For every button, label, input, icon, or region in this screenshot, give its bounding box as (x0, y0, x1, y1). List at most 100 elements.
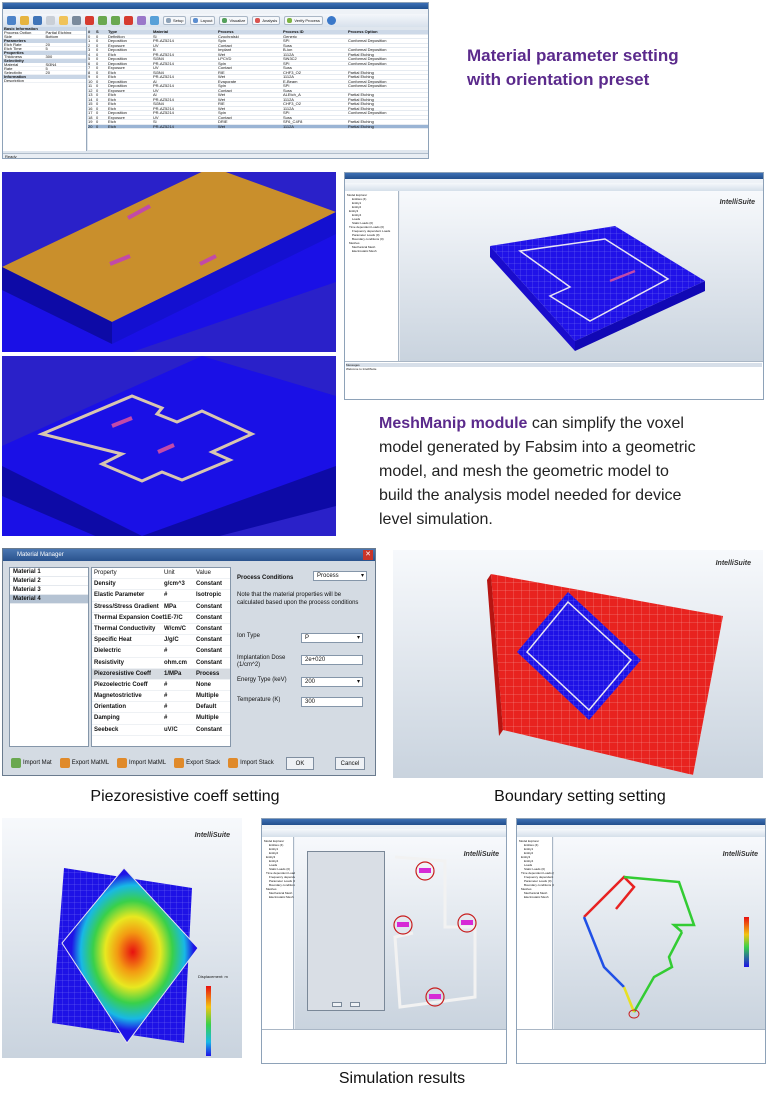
property-row[interactable]: Stress/Stress Gradient MPa Constant (92, 602, 230, 613)
process-note: Note that the material properties will b… (237, 592, 359, 606)
field-input[interactable]: P ▾ (301, 633, 363, 643)
table-cell: Generic (283, 33, 298, 39)
chevron-down-icon: ▾ (360, 573, 364, 579)
table-cell: 3 (88, 47, 91, 52)
property-row[interactable]: Thermal Expansion Coeff 1E-7/C Constant (92, 613, 230, 624)
table-cell: Etch (108, 101, 117, 106)
material-item[interactable]: Material 3 (10, 586, 88, 595)
column-header[interactable]: S (96, 30, 108, 34)
property-row[interactable]: Seebeck uV/C Constant (92, 725, 230, 736)
table-cell: Etch (108, 123, 117, 129)
prop-key: Material (4, 63, 19, 66)
table-cell: PR-AZ5214 (153, 60, 174, 66)
print-icon[interactable] (46, 16, 55, 25)
tree-item[interactable]: Electrostatic Mesh (347, 249, 396, 253)
table-cell: Deposition (108, 38, 127, 43)
field-value: 300 (305, 699, 316, 705)
property-row[interactable]: Thermal Conductivity W/cm/C Constant (92, 624, 230, 636)
layout-button[interactable]: Layout (190, 16, 216, 25)
visualize-button[interactable]: Visualize (219, 16, 249, 25)
dialog-action-button[interactable]: Export Stack (172, 755, 222, 771)
dialog-action-button[interactable]: Import Mat (9, 755, 54, 771)
property-row[interactable]: Density g/cm^3 Constant (92, 579, 230, 591)
folder-icon[interactable] (59, 16, 68, 25)
column-header[interactable]: Material (153, 30, 218, 34)
material-item[interactable]: Material 2 (10, 577, 88, 586)
open-icon[interactable] (20, 16, 29, 25)
flag-icon[interactable] (85, 16, 94, 25)
result1-render (393, 855, 477, 1009)
layout-label: Layout (200, 18, 213, 23)
column-header[interactable]: Type (108, 30, 153, 34)
colorbar-title: Displacement: m (198, 974, 228, 979)
dialog-action-button[interactable]: Import MatML (115, 755, 168, 771)
table-row[interactable]: 20 0 Etch PR-AZ5214 Wet 1112A Partial Etching (88, 123, 428, 129)
property-unit: ohm.cm (164, 659, 188, 666)
table-cell: Spin (218, 83, 227, 88)
column-header[interactable]: # (88, 30, 96, 34)
cancel-button[interactable]: Cancel (335, 757, 365, 770)
ok-label: OK (295, 761, 305, 767)
help-icon[interactable] (326, 16, 336, 25)
scissors-icon[interactable] (72, 16, 81, 25)
property-unit: # (164, 704, 168, 711)
dialog-title-bar: Material Manager (3, 549, 375, 561)
stop-icon[interactable] (124, 16, 133, 25)
property-table: Property Unit Value Density g/cm^3 Constant El… (91, 567, 231, 747)
property-row[interactable]: Specific Heat J/g/C Constant (92, 635, 230, 647)
property-row[interactable]: Dielectric # Constant (92, 646, 230, 658)
property-row[interactable]: Piezoresistive Coeff 1/MPa Process (92, 668, 230, 680)
material-item[interactable]: Material 1 (10, 568, 88, 577)
result1-toolbar (262, 829, 506, 837)
ok-button[interactable]: OK (286, 757, 314, 770)
result2-viewport: IntelliSuite (554, 837, 765, 1029)
table-cell: 0 (96, 92, 99, 97)
boundary-render (487, 574, 723, 775)
property-value: Constant (196, 614, 222, 621)
property-row[interactable]: Damping # Multiple (92, 713, 230, 725)
setup-button[interactable]: Setup (163, 16, 187, 25)
property-row[interactable]: Orientation # Default (92, 702, 230, 714)
property-name: Damping (94, 715, 120, 722)
close-icon[interactable]: ✕ (363, 550, 373, 560)
table-cell: Etch (108, 74, 117, 79)
arrow-down-icon[interactable] (98, 16, 107, 25)
verify-process-button[interactable]: Verify Process (284, 16, 323, 25)
new-icon[interactable] (7, 16, 16, 25)
property-row[interactable]: Piezoelectric Coeff # None (92, 680, 230, 692)
dialog-action-button[interactable]: Export MatML (58, 755, 111, 771)
table-cell: Conformal Deposition (348, 110, 387, 115)
column-header[interactable]: Process Option (348, 30, 418, 34)
layers-icon[interactable] (150, 16, 159, 25)
property-row[interactable]: Magnetostrictive # Multiple (92, 691, 230, 703)
dialog-action-button[interactable]: Import Stack (226, 755, 276, 771)
table-cell: Spin (218, 38, 227, 43)
displacement-render (52, 867, 211, 1056)
table-cell: UV (153, 42, 159, 48)
property-value: Constant (196, 625, 222, 632)
property-name: Thermal Conductivity (94, 625, 156, 632)
arrow-up-icon[interactable] (111, 16, 120, 25)
save-icon[interactable] (33, 16, 42, 25)
analysis-button[interactable]: Analysis (252, 16, 281, 25)
prop-row[interactable]: Description (3, 79, 86, 83)
column-header[interactable]: Process ID (283, 30, 348, 34)
caption-simulation: Simulation results (338, 1070, 466, 1087)
desc-line-2: model generated by Fabsim into a geometr… (379, 439, 696, 456)
table-cell: 17 (88, 110, 93, 115)
prop-value: 20 (45, 43, 50, 46)
prop-value: 5 (45, 67, 48, 70)
property-row[interactable]: Resistivity ohm.cm Constant (92, 658, 230, 669)
tree-item[interactable]: Electrostatic Mesh (519, 895, 550, 899)
column-header[interactable]: Process (218, 30, 283, 34)
grid-icon[interactable] (137, 16, 146, 25)
field-input[interactable]: 200 ▾ (301, 677, 363, 687)
field-input[interactable]: 2e+020 (301, 655, 363, 665)
property-row[interactable]: Elastic Parameter # Isotropic (92, 590, 230, 602)
field-input[interactable]: 300 (301, 697, 363, 707)
material-item[interactable]: Material 4 (10, 595, 88, 604)
process-conditions-select[interactable]: Process ▾ (313, 571, 367, 581)
field-label: Ion Type (237, 633, 260, 639)
result1-tree: Model Explorer Entities (4) Entity1 Entity2… (262, 837, 307, 1029)
tree-item[interactable]: Electrostatic Mesh (264, 895, 294, 899)
